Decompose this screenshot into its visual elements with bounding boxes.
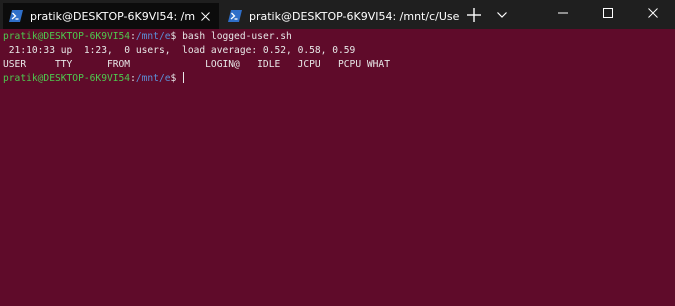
terminal-line-command: pratik@DESKTOP-6K9VI54:/mnt/e$ bash logg… [3,30,292,44]
tab-active[interactable]: pratik@DESKTOP-6K9VI54: /mnt/e [3,3,219,29]
prompt-symbol: $ [170,73,183,84]
prompt-path: /mnt/e [135,31,171,42]
tab-dropdown-button[interactable] [489,3,515,27]
new-tab-button[interactable] [461,3,487,27]
minimize-icon [557,12,568,14]
maximize-icon [602,8,613,18]
tab-title: pratik@DESKTOP-6K9VI54: /mnt/c/Users/rpr… [249,9,459,23]
prompt-path: /mnt/e [135,73,171,84]
tab-title: pratik@DESKTOP-6K9VI54: /mnt/e [30,9,195,23]
prompt-symbol: $ [170,31,183,42]
close-window-button[interactable] [630,0,675,26]
title-bar: pratik@DESKTOP-6K9VI54: /mnt/e pratik@DE… [0,0,675,29]
terminal-line-prompt: pratik@DESKTOP-6K9VI54:/mnt/e$ [3,72,185,86]
chevron-down-icon [497,12,507,18]
command-text: bash logged-user.sh [182,31,292,42]
plus-icon [467,8,481,22]
maximize-button[interactable] [585,0,630,26]
minimize-button[interactable] [540,0,585,26]
terminal-output[interactable]: pratik@DESKTOP-6K9VI54:/mnt/e$ bash logg… [0,29,675,306]
close-icon [647,8,658,18]
text-cursor [183,72,185,83]
prompt-user: pratik@DESKTOP-6K9VI54 [3,31,131,42]
tab-inactive[interactable]: pratik@DESKTOP-6K9VI54: /mnt/c/Users/rpr… [222,3,459,29]
terminal-line-header: USER TTY FROM LOGIN@ IDLE JCPU PCPU WHAT [3,59,390,70]
powershell-icon [228,10,242,22]
powershell-icon [9,10,23,22]
terminal-line-uptime: 21:10:33 up 1:23, 0 users, load average:… [3,45,356,56]
terminal-window: pratik@DESKTOP-6K9VI54: /mnt/e pratik@DE… [0,0,675,306]
close-tab-icon[interactable] [195,6,215,26]
prompt-user: pratik@DESKTOP-6K9VI54 [3,73,131,84]
